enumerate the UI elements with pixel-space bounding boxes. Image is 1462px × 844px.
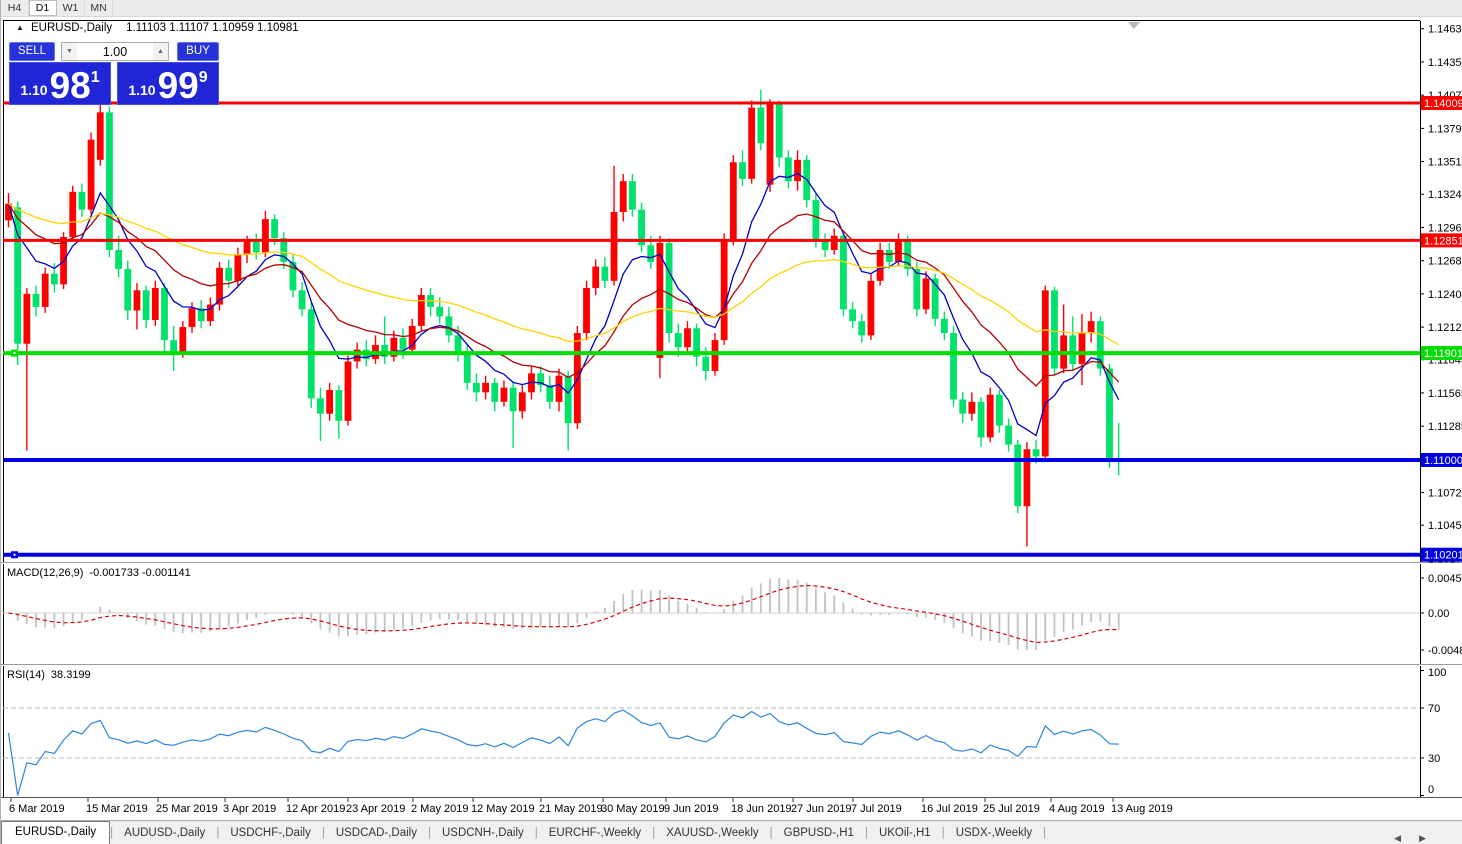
- svg-text:30: 30: [1428, 753, 1440, 765]
- svg-text:1.12680: 1.12680: [1428, 256, 1462, 268]
- buy-price-pipette: 9: [198, 69, 208, 86]
- svg-text:18 Jun 2019: 18 Jun 2019: [731, 803, 792, 815]
- symbol-tab-usdcad[interactable]: USDCAD-,Daily: [325, 823, 428, 844]
- symbol-tab-gbpusd[interactable]: GBPUSD-,H1: [773, 823, 865, 844]
- one-click-trading-panel: SELL ▼ ▲ BUY 1.10 98 1 1.10 99 9: [9, 42, 219, 105]
- svg-text:1.11901: 1.11901: [1424, 348, 1462, 360]
- price-axis: 1.146351.143551.140751.137951.135151.132…: [1420, 24, 1462, 565]
- svg-text:1.13795: 1.13795: [1428, 123, 1462, 135]
- macd-axis: 0.004517 0.00 -0.004806: [1420, 573, 1462, 657]
- svg-text:0: 0: [1428, 784, 1434, 796]
- chart-shift-marker-icon: [1128, 22, 1140, 29]
- volume-stepper: ▼ ▲: [61, 42, 169, 61]
- tab-scroll-left-icon[interactable]: ◀: [1385, 833, 1410, 844]
- buy-price-prefix: 1.10: [128, 82, 156, 98]
- macd-name: MACD(12,26,9): [7, 567, 84, 579]
- timeframe-toolbar: H4 D1 W1 MN: [1, 0, 1462, 17]
- svg-text:12 Apr 2019: 12 Apr 2019: [286, 803, 345, 815]
- symbol-tab-xauusd[interactable]: XAUUSD-,Weekly: [655, 823, 769, 844]
- svg-text:1.14355: 1.14355: [1428, 57, 1462, 69]
- buy-button[interactable]: BUY: [177, 42, 219, 61]
- symbol-tab-eurusd[interactable]: EURUSD-,Daily: [1, 821, 111, 844]
- chart-symbol-label: EURUSD-,Daily: [31, 22, 113, 34]
- volume-input[interactable]: [77, 43, 153, 60]
- symbol-tab-ukoil[interactable]: UKOil-,H1: [868, 823, 942, 844]
- svg-text:25 Jul 2019: 25 Jul 2019: [983, 803, 1040, 815]
- volume-decrease-button[interactable]: ▼: [62, 43, 77, 60]
- svg-text:1.14635: 1.14635: [1428, 24, 1462, 36]
- macd-plot: [3, 578, 1420, 650]
- rsi-name: RSI(14): [7, 669, 45, 681]
- timeframe-button-mn[interactable]: MN: [85, 0, 113, 16]
- buy-price-quote[interactable]: 1.10 99 9: [117, 62, 219, 105]
- volume-increase-button[interactable]: ▲: [153, 43, 168, 60]
- tab-separator: |: [1043, 827, 1047, 839]
- svg-text:1.13515: 1.13515: [1428, 157, 1462, 169]
- horizontal-level-lines: [3, 101, 1420, 559]
- svg-text:25 Mar 2019: 25 Mar 2019: [156, 803, 218, 815]
- svg-text:2 May 2019: 2 May 2019: [411, 803, 468, 815]
- svg-text:30 May 2019: 30 May 2019: [601, 803, 665, 815]
- mt4-window: H4D1W1MN 1.146351.143551.140751.137951.1…: [0, 0, 1462, 844]
- svg-text:0.004517: 0.004517: [1428, 573, 1462, 585]
- sell-button[interactable]: SELL: [9, 42, 55, 61]
- svg-text:-0.004806: -0.004806: [1428, 645, 1462, 657]
- svg-text:1.13240: 1.13240: [1428, 189, 1462, 201]
- chart-canvas[interactable]: 1.146351.143551.140751.137951.135151.132…: [1, 0, 1462, 844]
- date-axis: 6 Mar 2019 15 Mar 2019 25 Mar 2019 3 Apr 20…: [9, 798, 1173, 815]
- svg-text:1.11285: 1.11285: [1428, 421, 1462, 433]
- svg-text:1.12960: 1.12960: [1428, 222, 1462, 234]
- chart-ohlc-values: 1.11103 1.11107 1.10959 1.10981: [126, 22, 299, 34]
- svg-text:1.10725: 1.10725: [1428, 488, 1462, 500]
- sell-price-prefix: 1.10: [20, 82, 48, 98]
- svg-text:4 Aug 2019: 4 Aug 2019: [1049, 803, 1105, 815]
- svg-text:12 May 2019: 12 May 2019: [471, 803, 535, 815]
- timeframe-button-d1[interactable]: D1: [29, 0, 57, 16]
- timeframe-button-h4[interactable]: H4: [1, 0, 29, 16]
- rsi-value: 38.3199: [50, 669, 91, 681]
- svg-text:1.11000: 1.11000: [1424, 455, 1462, 467]
- tab-scroll-controls: ◀ ▶: [1385, 833, 1462, 844]
- rsi-axis: 100 70 30 0: [1420, 667, 1446, 796]
- buy-price-big-digits: 99: [157, 64, 199, 106]
- svg-text:3 Apr 2019: 3 Apr 2019: [223, 803, 276, 815]
- svg-text:70: 70: [1428, 703, 1440, 715]
- svg-text:15 Mar 2019: 15 Mar 2019: [86, 803, 148, 815]
- svg-text:9 Jun 2019: 9 Jun 2019: [664, 803, 718, 815]
- svg-text:1.12120: 1.12120: [1428, 322, 1462, 334]
- svg-text:1.10450: 1.10450: [1428, 520, 1462, 532]
- sell-price-quote[interactable]: 1.10 98 1: [9, 62, 111, 105]
- timeframe-button-w1[interactable]: W1: [57, 0, 85, 16]
- svg-text:16 Jul 2019: 16 Jul 2019: [921, 803, 978, 815]
- sell-price-pipette: 1: [90, 69, 100, 86]
- candles: [5, 89, 1123, 547]
- svg-text:1.12400: 1.12400: [1428, 289, 1462, 301]
- chart-tab-bar: EURUSD-,Daily | AUDUSD-,Daily | USDCHF-,Dail…: [1, 820, 1462, 844]
- tab-scroll-right-icon[interactable]: ▶: [1410, 833, 1435, 844]
- svg-text:0.00: 0.00: [1428, 608, 1449, 620]
- svg-text:13 Aug 2019: 13 Aug 2019: [1111, 803, 1173, 815]
- symbol-tab-usdchf[interactable]: USDCHF-,Daily: [219, 823, 322, 844]
- svg-text:7 Jul 2019: 7 Jul 2019: [851, 803, 902, 815]
- svg-text:1.11565: 1.11565: [1428, 388, 1462, 400]
- rsi-indicator-label: RSI(14) 38.3199: [7, 669, 91, 681]
- svg-text:1.10201: 1.10201: [1424, 550, 1462, 562]
- svg-text:27 Jun 2019: 27 Jun 2019: [791, 803, 852, 815]
- sell-price-big-digits: 98: [49, 64, 91, 106]
- svg-text:21 May 2019: 21 May 2019: [539, 803, 603, 815]
- symbol-tab-usdx[interactable]: USDX-,Weekly: [945, 823, 1043, 844]
- svg-text:6 Mar 2019: 6 Mar 2019: [9, 803, 65, 815]
- svg-text:1.14009: 1.14009: [1424, 98, 1462, 110]
- svg-text:23 Apr 2019: 23 Apr 2019: [346, 803, 405, 815]
- svg-text:100: 100: [1428, 667, 1446, 679]
- macd-indicator-label: MACD(12,26,9) -0.001733 -0.001141: [7, 567, 191, 579]
- svg-text:1.12851: 1.12851: [1424, 235, 1462, 247]
- rsi-plot: [3, 707, 1420, 796]
- symbol-tab-eurchf[interactable]: EURCHF-,Weekly: [538, 823, 652, 844]
- collapse-panel-arrow[interactable]: ▲: [16, 23, 24, 32]
- symbol-tab-usdcnh[interactable]: USDCNH-,Daily: [431, 823, 535, 844]
- macd-values: -0.001733 -0.001141: [89, 567, 191, 579]
- chart-title: EURUSD-,Daily 1.11103 1.11107 1.10959 1.1…: [31, 22, 299, 34]
- symbol-tab-audusd[interactable]: AUDUSD-,Daily: [113, 823, 216, 844]
